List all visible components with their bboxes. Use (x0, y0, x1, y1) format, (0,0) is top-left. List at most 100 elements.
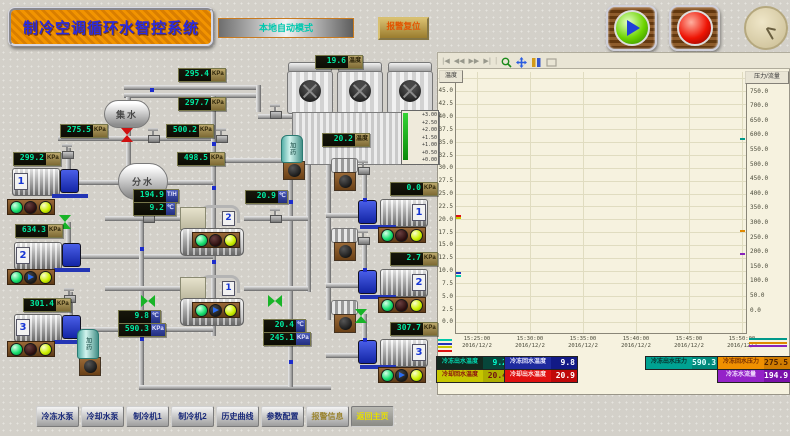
pressure-display-5: 245.1KPa (263, 332, 311, 346)
pause-icon-button[interactable] (531, 55, 542, 66)
run-lamp (195, 234, 208, 247)
start-icon (614, 10, 650, 46)
x-tick-label: 15:25:002016/12/2 (452, 336, 502, 349)
h-gridline (456, 104, 746, 105)
ready-lamp (39, 271, 52, 284)
nav-button-7[interactable]: 报警信息 (306, 406, 349, 427)
legend-chilled-supply-pressure: 冷冻出水压力590.3 (645, 356, 719, 370)
y-right-tick-label: 200.0 (750, 248, 778, 255)
next-button[interactable]: ▶▶ (469, 57, 480, 65)
v-gridline (477, 72, 478, 333)
collector-tank: 集水 (104, 100, 150, 128)
chilled-pump-3: 3 (358, 337, 430, 369)
y-right-tick-label: 300.0 (750, 219, 778, 226)
stop-button[interactable] (669, 5, 720, 51)
level-scale-label: +3.00 (410, 112, 437, 118)
cooling-pump2-lights (7, 269, 55, 285)
gray-valve-icon (268, 104, 282, 117)
mini-legend-left (438, 339, 452, 352)
pipe-segment (244, 286, 308, 290)
cooling-pump-3: 3 (14, 312, 86, 344)
nav-button-2[interactable]: 冷却水泵 (81, 406, 124, 427)
cooling-pump-2: 2 (14, 240, 86, 272)
h-gridline (456, 91, 746, 92)
level-scale-label: +1.00 (410, 142, 437, 148)
nav-button-3[interactable]: 制冷机1 (126, 406, 169, 427)
cooling-outlet-temp-display: 20.9℃ (245, 190, 288, 204)
pipe-segment (139, 385, 331, 389)
run-lamp (10, 343, 23, 356)
y-right-tick-label: 0.0 (750, 307, 778, 314)
y-right-tick-label: 150.0 (750, 263, 778, 270)
dosing-filter-2 (79, 357, 101, 376)
v-gridline (583, 72, 584, 333)
cooling-pump1-pressure-display: 299.2KPa (13, 152, 61, 166)
pipe-segment (326, 283, 362, 287)
prev-button[interactable]: ◀◀ (454, 57, 465, 65)
legend-chilled-return-pressure: 冷冻回水压力275.5 (717, 356, 790, 370)
hmi-screen: 制冷空调循环水智控系统 本地自动模式 报警复位 (0, 0, 790, 436)
cooling-pump3-lights (7, 341, 55, 357)
gray-valve-icon (214, 128, 228, 141)
green-valve-icon (268, 295, 282, 307)
chilled-pump2-pressure-display: 2.7KPa (390, 252, 438, 266)
ready-lamp (410, 369, 423, 382)
cooling-tower-2 (337, 62, 383, 114)
last-button[interactable]: ▶| (483, 57, 491, 65)
nav-button-6[interactable]: 参数配置 (261, 406, 304, 427)
zoom-icon-button[interactable] (501, 55, 512, 66)
run-lamp (10, 271, 23, 284)
series-legend-line (438, 343, 452, 345)
legend-chilled-flow: 冷冻水流量194.9 (717, 369, 790, 383)
cooling-pump3-pressure-display: 301.4KPa (23, 298, 71, 312)
series-current-marker (456, 217, 461, 219)
pipe-segment (256, 85, 260, 112)
sensor-dot (363, 338, 367, 342)
stop-icon (677, 10, 713, 46)
mode-button[interactable]: 本地自动模式 (218, 18, 354, 38)
series-legend-line (749, 345, 787, 347)
nav-button-5[interactable]: 历史曲线 (216, 406, 259, 427)
gray-valve-icon (146, 128, 160, 141)
cooling-pipe-pressure-display-2: 297.7KPa (178, 97, 226, 111)
basin-temp-display: 20.2温度 (322, 133, 370, 147)
h-gridline (456, 168, 746, 169)
start-button[interactable] (606, 5, 657, 51)
chiller-control-box (180, 207, 206, 230)
sensor-dot (289, 360, 293, 364)
chilled-pump1-pressure-display: 0.0KPa (390, 182, 438, 196)
first-button[interactable]: |◀ (442, 57, 450, 65)
chilled-pump2-lights (378, 297, 426, 313)
nav-button-4[interactable]: 制冷机2 (171, 406, 214, 427)
fault-lamp (395, 229, 408, 242)
chiller2-status-lights (192, 232, 240, 248)
page-title: 制冷空调循环水智控系统 (8, 7, 214, 47)
alarm-reset-button[interactable]: 报警复位 (378, 17, 429, 40)
nav-button-8[interactable]: 返回主页 (351, 406, 394, 427)
strainer-drain (334, 314, 356, 333)
h-gridline (456, 181, 746, 182)
gray-valve-icon (268, 208, 282, 221)
fault-lamp (395, 299, 408, 312)
chilled-pump-1: 1 (358, 197, 430, 229)
x-tick-label: 15:35:002016/12/2 (558, 336, 608, 349)
cooling-return-temp-display: 20.4℃ (263, 319, 306, 333)
run-lamp (195, 304, 208, 317)
mini-legend-right (749, 338, 787, 347)
gray-valve-icon (356, 230, 370, 243)
h-gridline (456, 245, 746, 246)
y-right-tick-label: 500.0 (750, 161, 778, 168)
trend-toolbar: |◀◀◀▶▶▶| | (437, 52, 790, 69)
pipe-segment (124, 85, 258, 89)
y-right-tick-label: 50.0 (750, 292, 778, 299)
print-icon-button[interactable] (546, 55, 557, 66)
pan-icon-button[interactable] (516, 55, 527, 66)
ready-lamp (39, 201, 52, 214)
sensor-dot (363, 268, 367, 272)
nav-button-1[interactable]: 冷冻水泵 (36, 406, 79, 427)
h-gridline (456, 155, 746, 156)
sensor-dot (212, 186, 216, 190)
y-right-tick-label: 350.0 (750, 204, 778, 211)
running-lamp (209, 304, 222, 317)
h-gridline (456, 309, 746, 310)
